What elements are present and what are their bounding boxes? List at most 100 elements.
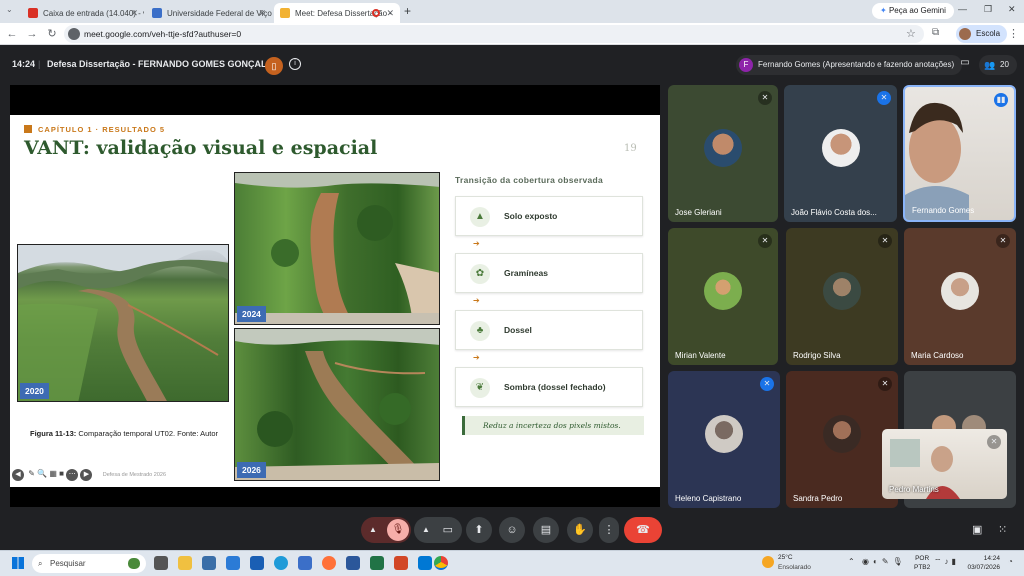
participant-tile-speaking[interactable]: ▮▮ Fernando Gomes <box>903 85 1016 222</box>
notification-bell-icon[interactable]: ◔ <box>1008 557 1013 566</box>
chat-icon[interactable]: ▣ <box>972 523 982 536</box>
mic-options-button[interactable]: ▲ 🎙 <box>361 517 411 543</box>
gmail-icon <box>28 8 38 18</box>
camera-icon: ▭ <box>442 524 453 536</box>
participant-tile[interactable]: ✕ João Flávio Costa dos... <box>784 85 897 222</box>
language-indicator[interactable]: POR PTB2 <box>914 554 930 572</box>
powerpoint-icon[interactable] <box>394 556 408 570</box>
zoom-icon[interactable]: 🔍 <box>37 469 47 478</box>
ufv-icon <box>152 8 162 18</box>
site-info-icon[interactable] <box>68 28 80 40</box>
self-view[interactable]: ✕ Pedro Martins <box>882 429 1007 499</box>
gemini-icon: ✦ <box>880 6 887 15</box>
task-view-icon[interactable] <box>154 556 168 570</box>
window-close-button[interactable]: ✕ <box>1008 4 1016 15</box>
info-icon[interactable]: i <box>289 58 301 70</box>
participant-name: Maria Cardoso <box>911 351 964 360</box>
weather-widget[interactable]: 25°C Ensolarado <box>762 554 832 574</box>
stop-presenting-icon[interactable]: ▭ <box>956 57 974 73</box>
gemini-button[interactable]: ✦ Peça ao Gemini <box>872 3 954 19</box>
raise-hand-button[interactable]: ✋ <box>567 517 593 543</box>
lang-bottom: PTB2 <box>914 564 931 571</box>
maximize-button[interactable]: ❐ <box>984 4 992 15</box>
mic-off-icon: 🎙 <box>387 519 409 541</box>
back-button[interactable]: ← <box>4 26 20 42</box>
network-sound-icons[interactable]: ⌔♪▮ <box>934 557 959 567</box>
meeting-title: Defesa Dissertação - FERNANDO GOMES GONÇ… <box>47 59 275 69</box>
caption-text: Comparação temporal UT02. Fonte: Autor <box>78 429 219 438</box>
tree-icon: ♣ <box>470 321 490 341</box>
transition-title: Transição da cobertura observada <box>455 175 604 185</box>
prev-slide-icon[interactable]: ◀ <box>12 469 24 481</box>
word-icon[interactable] <box>346 556 360 570</box>
meet-window: 14:24 | Defesa Dissertação - FERNANDO GO… <box>0 45 1024 550</box>
mic-off-icon: ✕ <box>758 234 772 248</box>
page-number: 19 <box>624 143 637 154</box>
bookmark-star-icon[interactable]: ☆ <box>906 27 916 40</box>
more-options-button[interactable]: ⋮ <box>599 517 619 543</box>
tab-ufv[interactable]: Universidade Federal de Viçosa ✕ <box>146 3 272 23</box>
mail-icon[interactable] <box>250 556 264 570</box>
tab-title: Caixa de entrada (14.040) - ven <box>43 8 144 18</box>
close-icon[interactable]: ✕ <box>258 8 266 19</box>
app-icon[interactable] <box>298 556 312 570</box>
extensions-icon[interactable]: ⧉ <box>932 27 939 38</box>
file-explorer-icon[interactable] <box>178 556 192 570</box>
participant-tile[interactable]: ✕ Mirian Valente <box>668 228 778 365</box>
tray-chevron-icon[interactable]: ⌃ <box>848 557 855 566</box>
river-2024-graphic <box>235 173 439 324</box>
camera-options-button[interactable]: ▲ ▭ <box>414 517 462 543</box>
soil-icon: ▲ <box>470 207 490 227</box>
reload-button[interactable]: ↻ <box>44 26 60 42</box>
participant-tile[interactable]: ✕ Maria Cardoso <box>904 228 1016 365</box>
presenter-text: Fernando Gomes (Apresentando e fazendo a… <box>758 60 955 69</box>
camera-icon[interactable]: ■ <box>59 469 64 478</box>
search-placeholder: Pesquisar <box>50 559 86 568</box>
grid-icon[interactable]: ▦ <box>49 469 57 478</box>
taskbar-search-input[interactable]: ⌕ Pesquisar <box>32 554 146 573</box>
pen-icon[interactable]: ✎ <box>28 469 35 478</box>
profile-button[interactable]: Escola <box>956 25 1008 43</box>
slide-title: VANT: validação visual e espacial <box>24 137 378 159</box>
profile-label: Escola <box>976 29 1001 38</box>
participants-button[interactable]: 👥 20 <box>979 55 1017 75</box>
chrome-icon[interactable] <box>434 556 448 570</box>
menu-kebab-icon[interactable]: ⋮ <box>1008 27 1019 40</box>
tab-meet[interactable]: Meet: Defesa Dissertação - ✕ <box>274 3 400 23</box>
tab-search-icon[interactable]: ⌄ <box>6 5 18 17</box>
excel-icon[interactable] <box>370 556 384 570</box>
firefox-icon[interactable] <box>322 556 336 570</box>
present-button[interactable]: ⬆ <box>466 517 492 543</box>
app-icon[interactable] <box>202 556 216 570</box>
activities-icon[interactable]: ⁙ <box>998 523 1007 536</box>
windows-start-icon[interactable] <box>12 557 24 569</box>
url-input[interactable]: meet.google.com/veh-ttje-sfd?authuser=0 <box>64 25 924 43</box>
captions-button[interactable]: ▤ <box>533 517 559 543</box>
tray-icons[interactable]: ◉◐✎🎙 <box>862 557 907 566</box>
minimize-button[interactable]: — <box>958 4 967 14</box>
participant-tile[interactable]: ✕ Heleno Capistrano <box>668 371 780 508</box>
more-icon[interactable]: ⋯ <box>66 469 79 481</box>
meet-header: 14:24 | Defesa Dissertação - FERNANDO GO… <box>0 45 1024 85</box>
forward-button[interactable]: → <box>24 26 40 42</box>
chapter-square-icon <box>24 125 32 133</box>
presenter-chip[interactable]: F Fernando Gomes (Apresentando e fazendo… <box>736 55 963 75</box>
close-icon[interactable]: ✕ <box>386 8 394 19</box>
store-icon[interactable] <box>226 556 240 570</box>
tab-gmail[interactable]: Caixa de entrada (14.040) - ven ✕ <box>22 3 144 23</box>
river-2020-graphic <box>18 245 228 401</box>
next-slide-icon[interactable]: ▶ <box>80 469 93 481</box>
outlook-icon[interactable] <box>418 556 432 570</box>
edge-icon[interactable] <box>274 556 288 570</box>
leave-call-button[interactable]: ☎ <box>624 517 662 543</box>
participant-tile[interactable]: ✕ Rodrigo Silva <box>786 228 898 365</box>
new-tab-button[interactable]: + <box>404 4 411 18</box>
present-screen-icon: ⬆ <box>474 524 484 536</box>
reactions-button[interactable]: ☺ <box>499 517 525 543</box>
avatar <box>823 271 861 310</box>
clock[interactable]: 14:24 03/07/2026 <box>966 554 1000 572</box>
lang-top: POR <box>915 555 930 562</box>
participant-tile[interactable]: ✕ Jose Gleriani <box>668 85 778 222</box>
participant-name: Fernando Gomes <box>912 206 975 215</box>
close-icon[interactable]: ✕ <box>130 8 138 19</box>
